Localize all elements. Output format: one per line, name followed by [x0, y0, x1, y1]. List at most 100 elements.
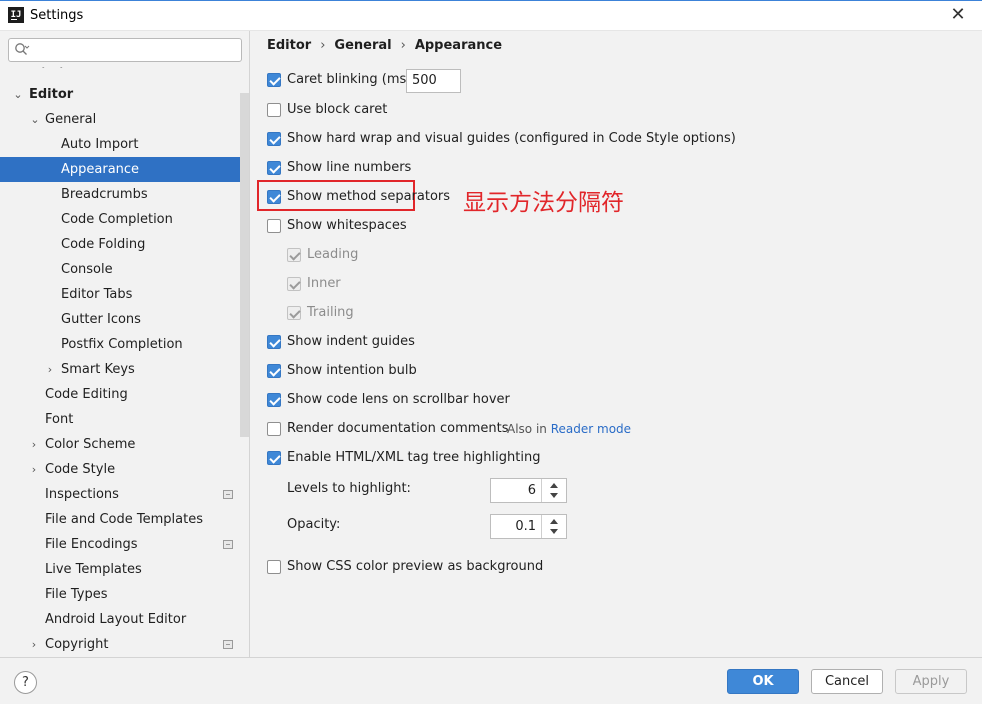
- levels-value: 6: [527, 483, 536, 498]
- breadcrumb: Editor › General › Appearance: [267, 38, 502, 53]
- search-box[interactable]: [8, 38, 242, 62]
- caret-blinking-label: Caret blinking (ms):: [287, 72, 416, 87]
- tag-tree-label: Enable HTML/XML tag tree highlighting: [287, 450, 541, 465]
- method-separators-checkbox[interactable]: [267, 190, 281, 204]
- leading-checkbox[interactable]: [287, 248, 301, 262]
- opacity-spinner[interactable]: 0.1: [490, 514, 567, 539]
- levels-spinner[interactable]: 6: [490, 478, 567, 503]
- reader-mode-link[interactable]: Reader mode: [551, 422, 631, 436]
- opacity-value: 0.1: [515, 519, 536, 534]
- settings-sidebar: • • ⌄ Editor ⌄ General Auto Import Appea…: [0, 31, 250, 657]
- chevron-right-icon[interactable]: ›: [28, 432, 40, 457]
- apply-button[interactable]: Apply: [895, 669, 967, 694]
- also-in-hint: Also in Reader mode: [507, 418, 631, 440]
- opacity-label: Opacity:: [287, 517, 341, 532]
- sidebar-item-code-completion[interactable]: Code Completion: [0, 207, 249, 232]
- cancel-button[interactable]: Cancel: [811, 669, 883, 694]
- sidebar-item-label: File Encodings: [45, 537, 138, 552]
- method-separators-label: Show method separators: [287, 189, 451, 204]
- partial-tree-row: • •: [40, 67, 80, 75]
- spinner-buttons[interactable]: [541, 479, 566, 502]
- chevron-down-icon[interactable]: ⌄: [12, 82, 24, 107]
- sidebar-item-file-and-code-templates[interactable]: File and Code Templates: [0, 507, 249, 532]
- render-docs-checkbox[interactable]: [267, 422, 281, 436]
- help-button[interactable]: ?: [14, 671, 37, 694]
- sidebar-item-general[interactable]: ⌄ General: [0, 107, 249, 132]
- whitespaces-label: Show whitespaces: [287, 218, 407, 233]
- chevron-down-icon[interactable]: ⌄: [29, 107, 41, 132]
- sidebar-item-file-encodings[interactable]: File Encodings: [0, 532, 249, 557]
- breadcrumb-item: General: [334, 38, 392, 53]
- sidebar-item-editor[interactable]: ⌄ Editor: [0, 82, 249, 107]
- sidebar-item-label: Code Completion: [61, 212, 173, 227]
- sidebar-item-code-folding[interactable]: Code Folding: [0, 232, 249, 257]
- hard-wrap-label: Show hard wrap and visual guides (config…: [287, 131, 736, 146]
- hard-wrap-checkbox[interactable]: [267, 132, 281, 146]
- use-block-caret-label: Use block caret: [287, 102, 388, 117]
- sidebar-item-gutter-icons[interactable]: Gutter Icons: [0, 307, 249, 332]
- sidebar-item-editor-tabs[interactable]: Editor Tabs: [0, 282, 249, 307]
- sidebar-item-label: Code Folding: [61, 237, 146, 252]
- sidebar-item-console[interactable]: Console: [0, 257, 249, 282]
- whitespaces-checkbox[interactable]: [267, 219, 281, 233]
- intention-bulb-checkbox[interactable]: [267, 364, 281, 378]
- sidebar-item-label: Smart Keys: [61, 362, 135, 377]
- levels-label: Levels to highlight:: [287, 481, 411, 496]
- trailing-checkbox[interactable]: [287, 306, 301, 320]
- caret-blinking-checkbox[interactable]: [267, 73, 281, 87]
- sidebar-item-appearance[interactable]: Appearance: [0, 157, 249, 182]
- title-bar: IJ Settings ✕: [0, 0, 982, 31]
- sidebar-item-file-types[interactable]: File Types: [0, 582, 249, 607]
- sidebar-item-label: File Types: [45, 587, 108, 602]
- spinner-up-icon[interactable]: [550, 483, 558, 488]
- search-icon: [15, 43, 30, 55]
- sidebar-item-font[interactable]: Font: [0, 407, 249, 432]
- sidebar-item-label: Gutter Icons: [61, 312, 141, 327]
- caret-blinking-input[interactable]: 500: [406, 69, 461, 93]
- trailing-label: Trailing: [307, 305, 354, 320]
- breadcrumb-item: Editor: [267, 38, 312, 53]
- line-numbers-checkbox[interactable]: [267, 161, 281, 175]
- sidebar-item-live-templates[interactable]: Live Templates: [0, 557, 249, 582]
- settings-content: Editor › General › Appearance Caret blinking…: [251, 31, 982, 657]
- spinner-up-icon[interactable]: [550, 519, 558, 524]
- sidebar-item-label: Live Templates: [45, 562, 142, 577]
- sidebar-item-label: Code Style: [45, 462, 116, 477]
- render-docs-label: Render documentation comments: [287, 421, 509, 436]
- intention-bulb-label: Show intention bulb: [287, 363, 417, 378]
- sidebar-item-color-scheme[interactable]: › Color Scheme: [0, 432, 249, 457]
- sidebar-item-breadcrumbs[interactable]: Breadcrumbs: [0, 182, 249, 207]
- sidebar-scrollbar[interactable]: [240, 93, 249, 437]
- code-lens-label: Show code lens on scrollbar hover: [287, 392, 510, 407]
- sidebar-item-android-layout-editor[interactable]: Android Layout Editor: [0, 607, 249, 632]
- search-input[interactable]: [35, 41, 235, 59]
- spinner-buttons[interactable]: [541, 515, 566, 538]
- spinner-down-icon[interactable]: [550, 493, 558, 498]
- sidebar-item-inspections[interactable]: Inspections: [0, 482, 249, 507]
- tag-tree-checkbox[interactable]: [267, 451, 281, 465]
- sidebar-item-code-style[interactable]: › Code Style: [0, 457, 249, 482]
- use-block-caret-checkbox[interactable]: [267, 103, 281, 117]
- spinner-down-icon[interactable]: [550, 529, 558, 534]
- css-preview-checkbox[interactable]: [267, 560, 281, 574]
- chevron-right-icon[interactable]: ›: [28, 457, 40, 482]
- chevron-right-icon[interactable]: ›: [44, 357, 56, 382]
- sidebar-item-copyright[interactable]: › Copyright: [0, 632, 249, 657]
- sidebar-item-label: Font: [45, 412, 74, 427]
- line-numbers-label: Show line numbers: [287, 160, 412, 175]
- annotation-text: 显示方法分隔符: [463, 190, 624, 216]
- close-icon[interactable]: ✕: [948, 5, 968, 25]
- chevron-right-icon[interactable]: ›: [28, 632, 40, 657]
- sidebar-item-label: Android Layout Editor: [45, 612, 187, 627]
- sidebar-item-code-editing[interactable]: Code Editing: [0, 382, 249, 407]
- sidebar-item-smart-keys[interactable]: › Smart Keys: [0, 357, 249, 382]
- code-lens-checkbox[interactable]: [267, 393, 281, 407]
- sidebar-item-label: Code Editing: [45, 387, 128, 402]
- sidebar-item-postfix-completion[interactable]: Postfix Completion: [0, 332, 249, 357]
- indent-guides-checkbox[interactable]: [267, 335, 281, 349]
- ok-button[interactable]: OK: [727, 669, 799, 694]
- sidebar-item-auto-import[interactable]: Auto Import: [0, 132, 249, 157]
- levels-row: Levels to highlight: 6: [287, 478, 587, 503]
- sidebar-item-label: File and Code Templates: [45, 512, 203, 527]
- inner-checkbox[interactable]: [287, 277, 301, 291]
